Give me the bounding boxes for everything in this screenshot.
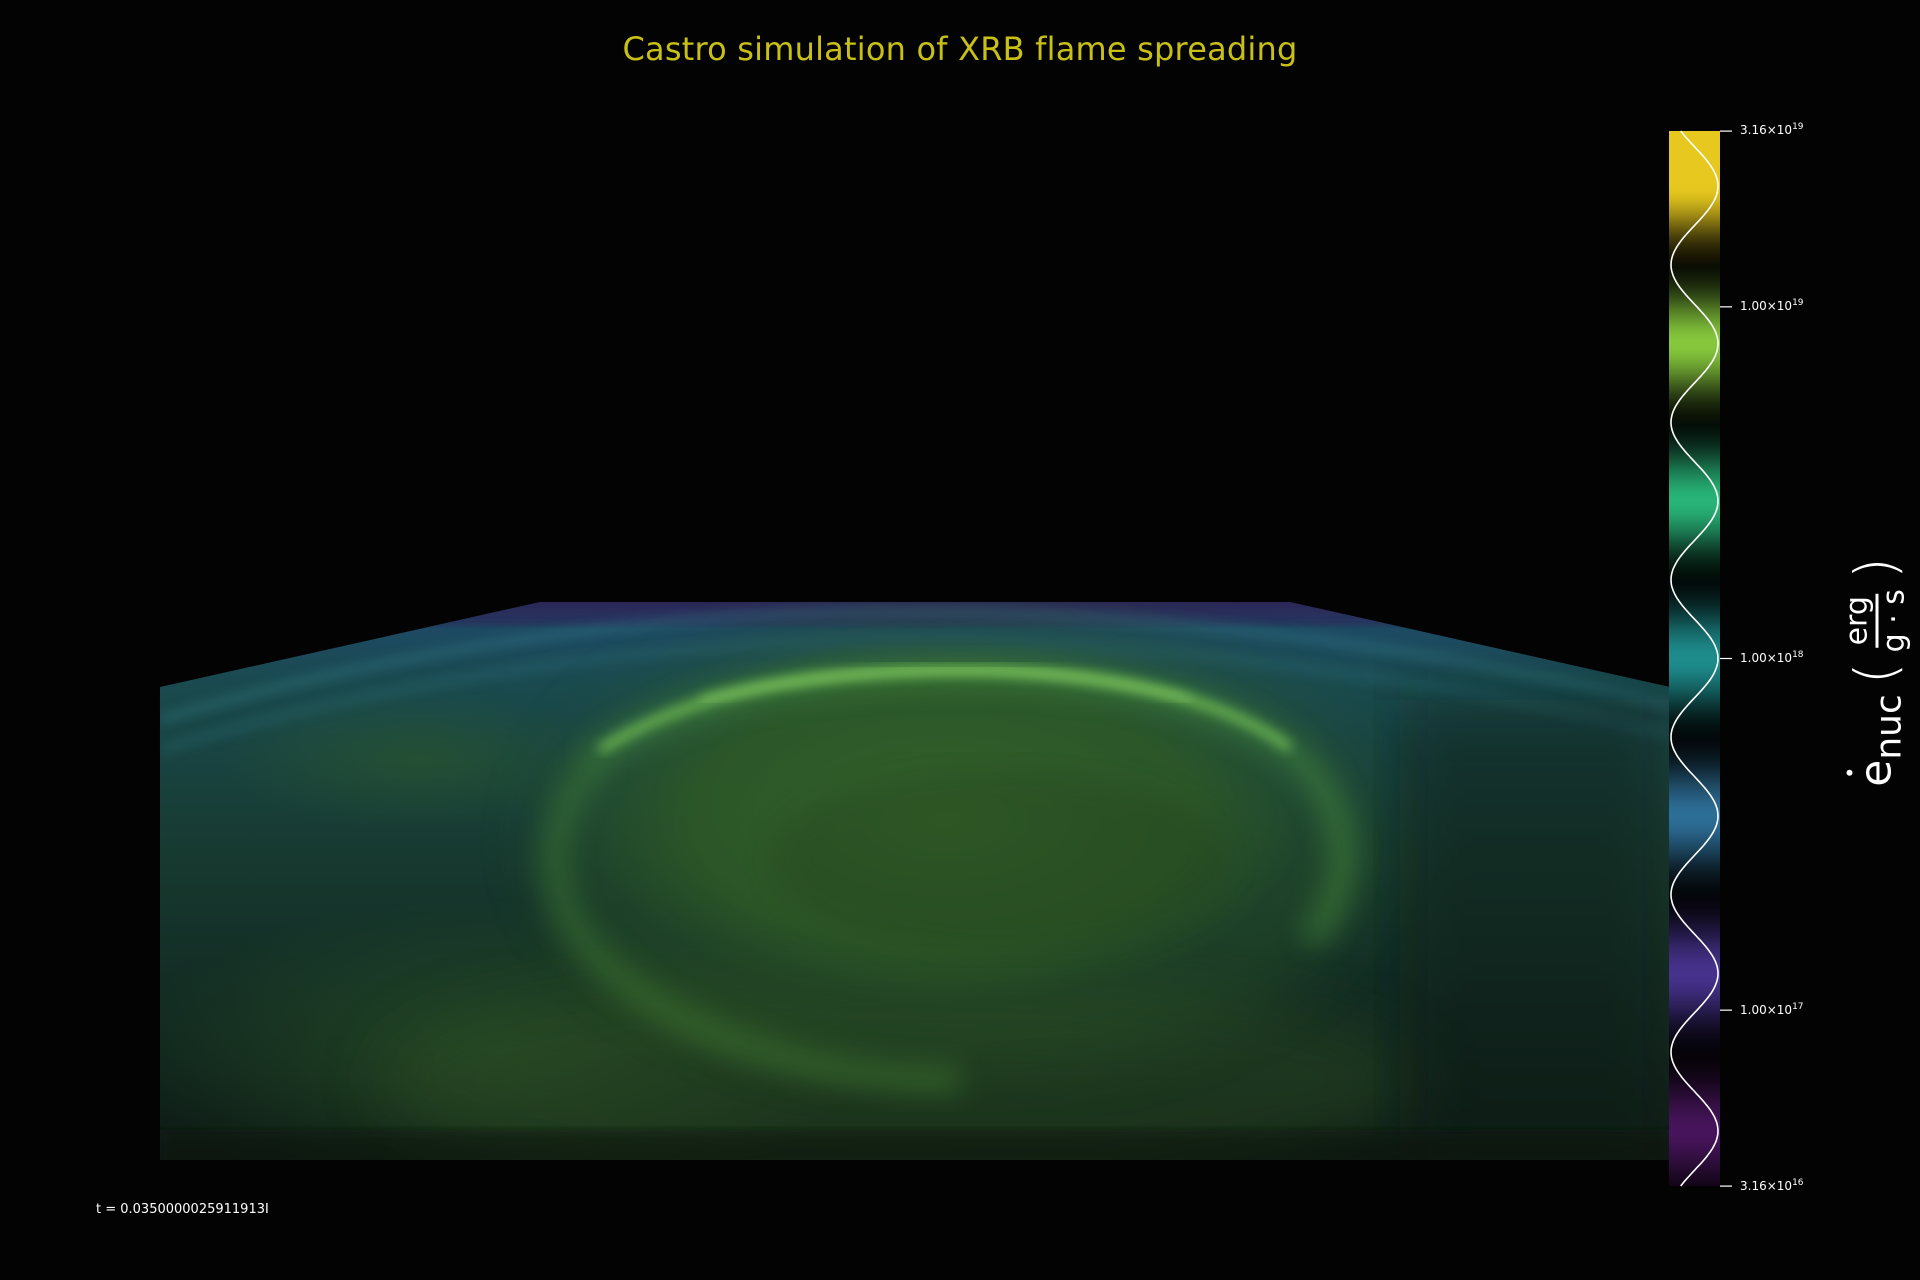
colorbar-tick-label: 3.16×1019 <box>1740 122 1804 138</box>
volume-render-view <box>160 130 1732 1187</box>
colorbar-unit-numerator: erg <box>1840 594 1879 648</box>
colorbar-label-symbol: e <box>1850 759 1902 787</box>
colorbar <box>1669 130 1732 1187</box>
time-label: t = 0.0350000025911913I <box>96 1202 269 1217</box>
page-title: Castro simulation of XRB flame spreading <box>622 30 1298 68</box>
flame-slab <box>160 602 1670 1160</box>
colorbar-tick-label: 3.16×1016 <box>1740 1178 1804 1194</box>
colorbar-tick-label: 1.00×1019 <box>1740 298 1804 314</box>
colorbar-label-subscript: nuc <box>1868 694 1910 760</box>
colorbar-gradient <box>1669 131 1720 1186</box>
colorbar-unit-denominator: g · s <box>1876 589 1912 653</box>
colorbar-axis-label: enuc ( erg g · s ) <box>1839 557 1912 787</box>
colorbar-tick-label: 1.00×1017 <box>1740 1002 1804 1018</box>
colorbar-tick-marks <box>1720 130 1732 1187</box>
colorbar-tick-label: 1.00×1018 <box>1740 650 1804 666</box>
